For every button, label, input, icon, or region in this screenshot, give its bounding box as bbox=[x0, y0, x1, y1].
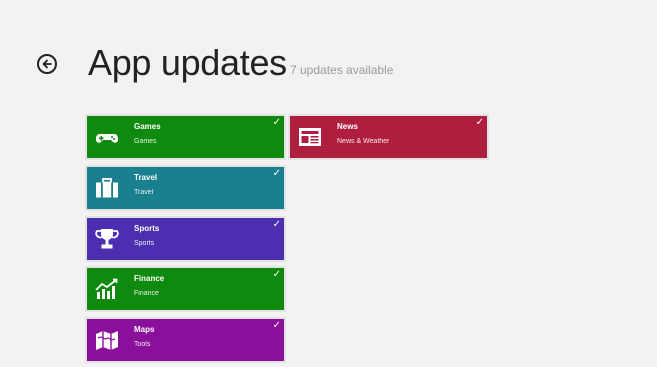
tile-app-category: Sports bbox=[134, 240, 155, 247]
selected-check-icon: ✓ bbox=[272, 117, 281, 128]
tile-app-name: Games bbox=[134, 122, 161, 131]
suitcase-icon bbox=[92, 175, 122, 201]
tile-app-category: Games bbox=[134, 138, 157, 145]
selected-check-icon: ✓ bbox=[272, 168, 281, 179]
trophy-icon bbox=[92, 226, 122, 252]
tile-app-name: Finance bbox=[134, 274, 165, 283]
tile-app-category: Tools bbox=[134, 341, 151, 348]
back-button[interactable] bbox=[37, 54, 57, 74]
app-tile-sports[interactable]: Sports Sports ✓ bbox=[85, 216, 286, 262]
tile-app-name: News bbox=[337, 122, 358, 131]
app-tile-games[interactable]: Games Games ✓ bbox=[85, 114, 286, 160]
tile-app-name: Travel bbox=[134, 173, 158, 182]
app-tile-travel[interactable]: Travel Travel ✓ bbox=[85, 165, 286, 211]
selected-check-icon: ✓ bbox=[272, 320, 281, 331]
selected-check-icon: ✓ bbox=[272, 269, 281, 280]
tile-app-name: Maps bbox=[134, 325, 155, 334]
app-tile-maps[interactable]: Maps Tools ✓ bbox=[85, 317, 286, 363]
app-updates-screen: App updates 7 updates available Games Ga… bbox=[0, 0, 657, 367]
updates-count: 7 updates available bbox=[290, 63, 394, 77]
app-tile-news[interactable]: News News & Weather ✓ bbox=[288, 114, 489, 160]
tile-app-category: News & Weather bbox=[337, 138, 390, 145]
map-icon bbox=[92, 327, 122, 353]
chart-icon bbox=[92, 276, 122, 302]
app-tile-finance[interactable]: Finance Finance ✓ bbox=[85, 266, 286, 312]
selected-check-icon: ✓ bbox=[272, 219, 281, 230]
gamepad-icon bbox=[92, 124, 122, 150]
back-arrow-icon bbox=[42, 59, 52, 69]
tile-app-category: Travel bbox=[134, 189, 154, 196]
tile-app-category: Finance bbox=[134, 290, 159, 297]
newspaper-icon bbox=[295, 124, 325, 150]
selected-check-icon: ✓ bbox=[475, 117, 484, 128]
page-title: App updates bbox=[88, 42, 287, 83]
tile-app-name: Sports bbox=[134, 224, 160, 233]
